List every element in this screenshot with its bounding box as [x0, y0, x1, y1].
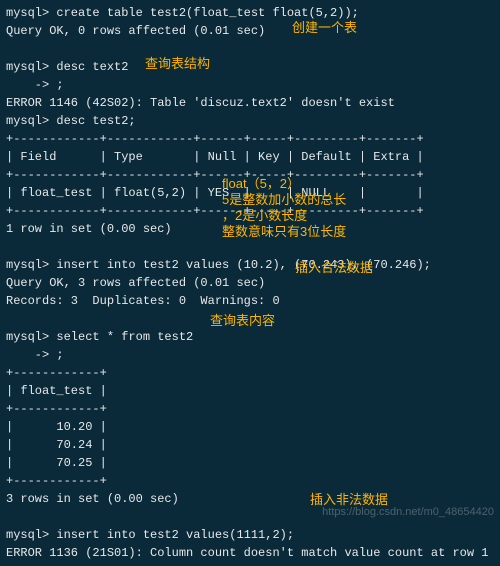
- mysql-terminal[interactable]: mysql> create table test2(float_test flo…: [0, 0, 500, 566]
- watermark: https://blog.csdn.net/m0_48654420: [322, 504, 494, 521]
